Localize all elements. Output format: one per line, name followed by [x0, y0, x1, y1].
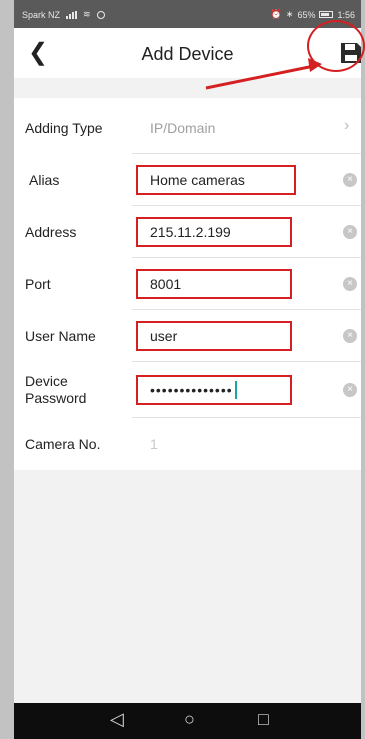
- alias-label: Alias: [29, 171, 60, 188]
- clock-time: 1:56: [337, 9, 355, 20]
- battery-icon: [319, 11, 334, 18]
- row-address: Address ×: [14, 206, 361, 258]
- android-nav-bar: ◁ ○ □: [14, 703, 361, 739]
- phone-screen: Spark NZ ≋ ⏰ ∗ 65% 1:56 ❮ Add Device Add…: [14, 0, 361, 739]
- floppy-disk-icon: [341, 43, 361, 63]
- address-input[interactable]: [136, 217, 292, 247]
- nav-home-button[interactable]: ○: [184, 709, 195, 730]
- screenshot-frame-left: [0, 0, 14, 739]
- port-input[interactable]: [136, 269, 292, 299]
- clear-user-name-icon[interactable]: ×: [343, 329, 357, 343]
- status-bar: Spark NZ ≋ ⏰ ∗ 65% 1:56: [14, 0, 361, 28]
- screenshot-frame-right: [361, 0, 365, 739]
- row-adding-type[interactable]: Adding Type IP/Domain ›: [14, 102, 361, 154]
- adding-type-label: Adding Type: [25, 119, 103, 136]
- circle-home-icon: ○: [184, 709, 195, 729]
- battery-percent: 65%: [297, 9, 316, 20]
- status-left: Spark NZ ≋: [22, 9, 105, 20]
- alias-input[interactable]: [136, 165, 296, 195]
- clear-password-icon[interactable]: ×: [343, 383, 357, 397]
- sync-icon: [96, 10, 105, 19]
- device-password-label: Device Password: [25, 362, 115, 418]
- triangle-back-icon: ◁: [110, 709, 124, 729]
- row-port: Port ×: [14, 258, 361, 310]
- signal-icon: [66, 10, 78, 19]
- clear-alias-icon[interactable]: ×: [343, 173, 357, 187]
- text-caret: [234, 381, 237, 399]
- save-button[interactable]: [338, 40, 361, 66]
- camera-no-value: 1: [150, 436, 158, 452]
- device-form: Adding Type IP/Domain › Alias × Address …: [14, 98, 361, 470]
- section-gap: [14, 78, 361, 98]
- nav-back-button[interactable]: ◁: [110, 709, 124, 730]
- carrier-name: Spark NZ: [22, 9, 61, 20]
- app-header: ❮ Add Device: [14, 28, 361, 78]
- password-mask: ••••••••••••••: [150, 382, 233, 398]
- status-right: ⏰ ∗ 65% 1:56: [271, 9, 355, 20]
- alarm-icon: ⏰: [270, 9, 282, 19]
- device-password-label-text: Device Password: [25, 373, 87, 406]
- page-title: Add Device: [141, 44, 234, 64]
- user-name-label: User Name: [25, 327, 96, 344]
- square-recents-icon: □: [258, 709, 269, 729]
- row-camera-no: Camera No. 1: [14, 418, 361, 470]
- clear-port-icon[interactable]: ×: [343, 277, 357, 291]
- port-label: Port: [25, 275, 51, 292]
- address-label: Address: [25, 223, 77, 240]
- adding-type-value: IP/Domain: [150, 120, 216, 136]
- device-password-input[interactable]: ••••••••••••••: [136, 375, 292, 405]
- row-device-password: Device Password •••••••••••••• ×: [14, 362, 361, 418]
- nav-recents-button[interactable]: □: [258, 709, 269, 730]
- row-alias: Alias ×: [14, 154, 361, 206]
- chevron-right-icon[interactable]: ›: [344, 117, 349, 135]
- clear-address-icon[interactable]: ×: [343, 225, 357, 239]
- user-name-input[interactable]: [136, 321, 292, 351]
- bluetooth-icon: ∗: [285, 9, 294, 19]
- row-user-name: User Name ×: [14, 310, 361, 362]
- camera-no-label: Camera No.: [25, 435, 101, 452]
- wifi-icon: ≋: [83, 9, 91, 19]
